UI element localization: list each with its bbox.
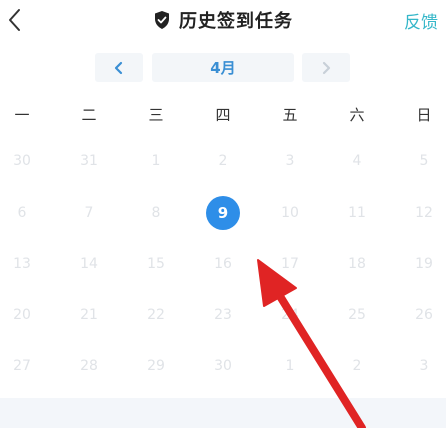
calendar-day[interactable]: 30 (2, 148, 42, 174)
feedback-link[interactable]: 反馈 (404, 8, 438, 33)
calendar-day[interactable]: 18 (337, 251, 377, 277)
page-title: 历史签到任务 (179, 11, 293, 32)
header-bar: 历史签到任务 反馈 (0, 0, 446, 40)
calendar-day[interactable]: 13 (2, 251, 42, 277)
calendar-day[interactable]: 3 (404, 353, 444, 379)
calendar-day[interactable]: 5 (404, 148, 444, 174)
sign-in-history-screen: 历史签到任务 反馈 4月 一 二 三 四 五 六 日 30 31 1 2 3 4… (0, 0, 446, 428)
calendar-grid: 30 31 1 2 3 4 5 6 7 8 9 10 11 12 13 14 1… (0, 140, 446, 390)
calendar-day[interactable]: 3 (270, 148, 310, 174)
bottom-panel (0, 398, 446, 428)
calendar-day[interactable]: 10 (270, 200, 310, 226)
calendar-day[interactable]: 20 (2, 302, 42, 328)
calendar-day[interactable]: 8 (136, 200, 176, 226)
weekday-header: 一 二 三 四 五 六 日 (0, 104, 446, 132)
calendar-day[interactable]: 15 (136, 251, 176, 277)
chevron-left-icon (9, 9, 20, 31)
calendar-day[interactable]: 4 (337, 148, 377, 174)
title-group: 历史签到任务 (153, 7, 293, 33)
calendar-day[interactable]: 1 (270, 353, 310, 379)
weekday-label: 六 (349, 106, 365, 124)
calendar-day[interactable]: 23 (203, 302, 243, 328)
calendar-day[interactable]: 30 (203, 353, 243, 379)
calendar-day[interactable]: 26 (404, 302, 444, 328)
weekday-label: 四 (215, 106, 231, 124)
calendar-day[interactable]: 16 (203, 251, 243, 277)
calendar-day[interactable]: 6 (2, 200, 42, 226)
weekday-label: 三 (148, 106, 164, 124)
prev-month-button[interactable] (95, 53, 143, 82)
weekday-label: 一 (14, 106, 30, 124)
chevron-right-icon (322, 61, 331, 74)
calendar-day[interactable]: 2 (337, 353, 377, 379)
calendar-day[interactable]: 14 (69, 251, 109, 277)
chevron-left-icon (114, 61, 123, 74)
calendar-day[interactable]: 21 (69, 302, 109, 328)
weekday-label: 五 (282, 106, 298, 124)
calendar-day[interactable]: 12 (404, 200, 444, 226)
calendar-day[interactable]: 11 (337, 200, 377, 226)
selected-calendar-day[interactable]: 9 (206, 196, 240, 230)
calendar-day[interactable]: 25 (337, 302, 377, 328)
calendar-day[interactable]: 19 (404, 251, 444, 277)
current-month-label: 4月 (152, 53, 294, 82)
back-button[interactable] (4, 6, 28, 34)
calendar-day[interactable]: 29 (136, 353, 176, 379)
calendar-day[interactable]: 31 (69, 148, 109, 174)
calendar-day[interactable]: 1 (136, 148, 176, 174)
weekday-label: 日 (416, 106, 432, 124)
calendar-day[interactable]: 28 (69, 353, 109, 379)
weekday-label: 二 (81, 106, 97, 124)
calendar-day[interactable]: 17 (270, 251, 310, 277)
calendar-day[interactable]: 27 (2, 353, 42, 379)
calendar-day[interactable]: 2 (203, 148, 243, 174)
next-month-button[interactable] (302, 53, 350, 82)
calendar-day[interactable]: 22 (136, 302, 176, 328)
calendar-day[interactable]: 24 (270, 302, 310, 328)
calendar-day[interactable]: 7 (69, 200, 109, 226)
shield-check-icon (155, 11, 169, 29)
